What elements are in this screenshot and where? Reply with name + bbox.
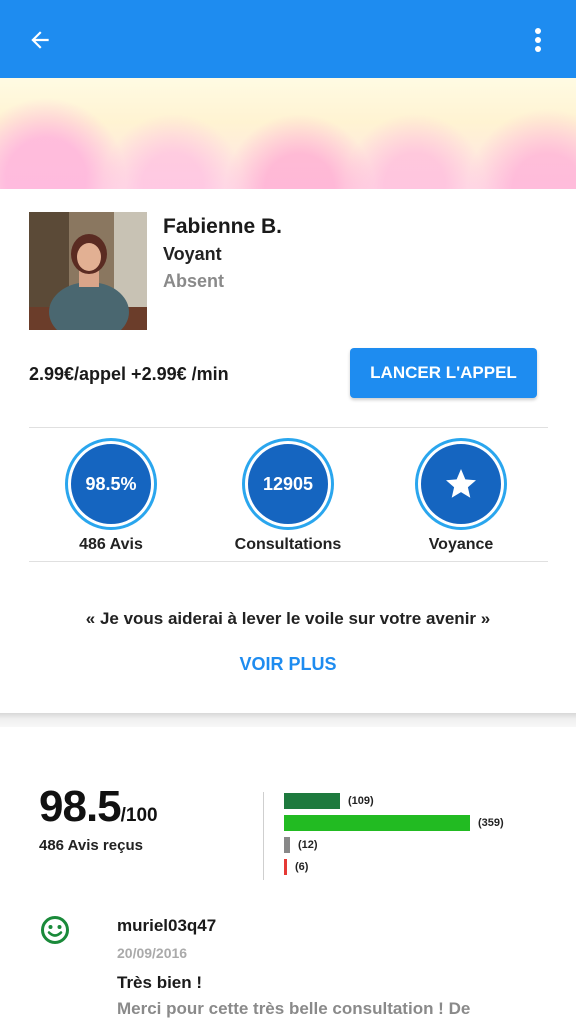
divider xyxy=(29,427,548,428)
vertical-divider xyxy=(263,792,264,880)
avatar xyxy=(29,212,147,330)
divider xyxy=(29,561,548,562)
reviews-score-circle: 98.5% xyxy=(68,441,154,527)
header-banner xyxy=(0,78,576,189)
app-bar xyxy=(0,0,576,78)
review-body: Merci pour cette très belle consultation… xyxy=(117,999,471,1018)
rating-bar xyxy=(284,837,290,853)
rating-score: 98.5/100 xyxy=(39,782,158,832)
profile-role: Voyant xyxy=(163,244,222,264)
smiley-icon xyxy=(40,915,70,950)
profile-quote: « Je vous aiderai à lever le voile sur v… xyxy=(85,609,491,628)
consultations-label: Consultations xyxy=(234,536,342,553)
stat-reviews[interactable]: 98.5% 486 Avis xyxy=(41,441,181,554)
rating-bar-count: (12) xyxy=(298,839,318,851)
rating-bar-row: (6) xyxy=(284,859,308,875)
rating-count: 486 Avis reçus xyxy=(39,837,143,854)
consultations-value: 12905 xyxy=(262,473,314,494)
back-button[interactable] xyxy=(22,22,58,58)
rating-bar xyxy=(284,815,470,831)
rating-bar-row: (12) xyxy=(284,837,318,853)
see-more-link[interactable]: VOIR PLUS xyxy=(0,654,576,675)
reviews-score-value: 98.5% xyxy=(85,473,137,494)
rating-bar xyxy=(284,793,340,809)
review-username: muriel03q47 xyxy=(117,916,217,935)
specialty-circle xyxy=(418,441,504,527)
review-title: Très bien ! xyxy=(117,973,203,992)
rating-bar-count: (109) xyxy=(348,795,374,807)
arrow-left-icon xyxy=(31,31,49,49)
profile-status: Absent xyxy=(163,271,225,291)
price-text: 2.99€/appel +2.99€ /min xyxy=(29,364,229,384)
more-options-button[interactable] xyxy=(520,22,556,58)
rating-bar-count: (359) xyxy=(478,817,504,829)
rating-bar-row: (359) xyxy=(284,815,504,831)
more-vertical-icon xyxy=(535,28,541,52)
rating-bar xyxy=(284,859,287,875)
stat-specialty[interactable]: Voyance xyxy=(391,441,531,554)
specialty-label: Voyance xyxy=(428,536,494,553)
consultations-circle: 12905 xyxy=(245,441,331,527)
rating-score-max: /100 xyxy=(120,805,158,826)
section-separator xyxy=(0,713,576,727)
rating-score-value: 98.5 xyxy=(39,782,122,831)
profile-card: Fabienne B. Voyant Absent 2.99€/appel +2… xyxy=(0,189,576,713)
review-date: 20/09/2016 xyxy=(117,945,188,961)
star-icon xyxy=(446,469,476,498)
reviews-count-label: 486 Avis xyxy=(79,536,143,553)
rating-bar-count: (6) xyxy=(295,861,309,873)
call-button[interactable]: LANCER L'APPEL xyxy=(350,348,537,398)
stat-consultations[interactable]: 12905 Consultations xyxy=(218,441,358,554)
profile-name: Fabienne B. xyxy=(163,215,283,238)
rating-bar-row: (109) xyxy=(284,793,374,809)
